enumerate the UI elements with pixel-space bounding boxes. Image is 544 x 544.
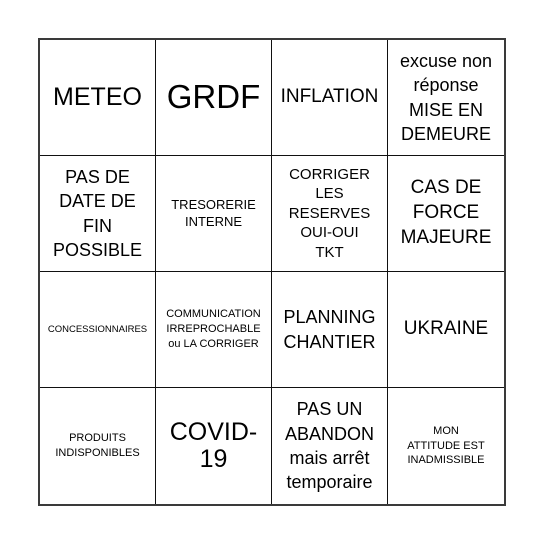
bingo-cell[interactable]: excuse non réponse MISE EN DEMEURE [388, 40, 504, 156]
bingo-cell[interactable]: COMMUNICATION IRREPROCHABLE ou LA CORRIG… [156, 272, 272, 388]
cell-text: CONCESSIONNAIRES [47, 323, 148, 335]
bingo-cell[interactable]: PAS DE DATE DE FIN POSSIBLE [40, 156, 156, 272]
cell-text: COVID- 19 [169, 417, 258, 473]
cell-text: METEO [53, 82, 142, 111]
cell-text: MON ATTITUDE EST INADMISSIBLE [407, 424, 485, 467]
bingo-cell[interactable]: UKRAINE [388, 272, 504, 388]
cell-text: excuse non réponse MISE EN DEMEURE [399, 50, 493, 144]
bingo-cell[interactable]: GRDF [156, 40, 272, 156]
cell-text: GRDF [166, 78, 261, 116]
cell-text: TRESORERIE INTERNE [171, 196, 256, 229]
bingo-board: METEO GRDF INFLATION excuse non réponse … [38, 38, 506, 506]
cell-text: PRODUITS INDISPONIBLES [55, 432, 140, 459]
cell-text: PAS UN ABANDON mais arrêt temporaire [284, 399, 374, 493]
cell-text: COMMUNICATION IRREPROCHABLE ou LA CORRIG… [166, 308, 261, 350]
bingo-cell[interactable]: CORRIGER LES RESERVES OUI-OUI TKT [272, 156, 388, 272]
cell-text: UKRAINE [403, 318, 489, 340]
bingo-cell[interactable]: PRODUITS INDISPONIBLES [40, 388, 156, 504]
bingo-cell[interactable]: INFLATION [272, 40, 388, 156]
cell-text: PAS DE DATE DE FIN POSSIBLE [52, 166, 143, 260]
bingo-cell[interactable]: CONCESSIONNAIRES [40, 272, 156, 388]
bingo-cell[interactable]: PLANNING CHANTIER [272, 272, 388, 388]
cell-text: CORRIGER LES RESERVES OUI-OUI TKT [288, 165, 371, 261]
cell-text: INFLATION [280, 86, 379, 108]
bingo-cell[interactable]: TRESORERIE INTERNE [156, 156, 272, 272]
bingo-cell[interactable]: CAS DE FORCE MAJEURE [388, 156, 504, 272]
cell-text: CAS DE FORCE MAJEURE [400, 177, 492, 248]
bingo-cell[interactable]: COVID- 19 [156, 388, 272, 504]
bingo-cell[interactable]: PAS UN ABANDON mais arrêt temporaire [272, 388, 388, 504]
cell-text: PLANNING CHANTIER [283, 307, 376, 352]
bingo-cell[interactable]: MON ATTITUDE EST INADMISSIBLE [388, 388, 504, 504]
bingo-cell[interactable]: METEO [40, 40, 156, 156]
